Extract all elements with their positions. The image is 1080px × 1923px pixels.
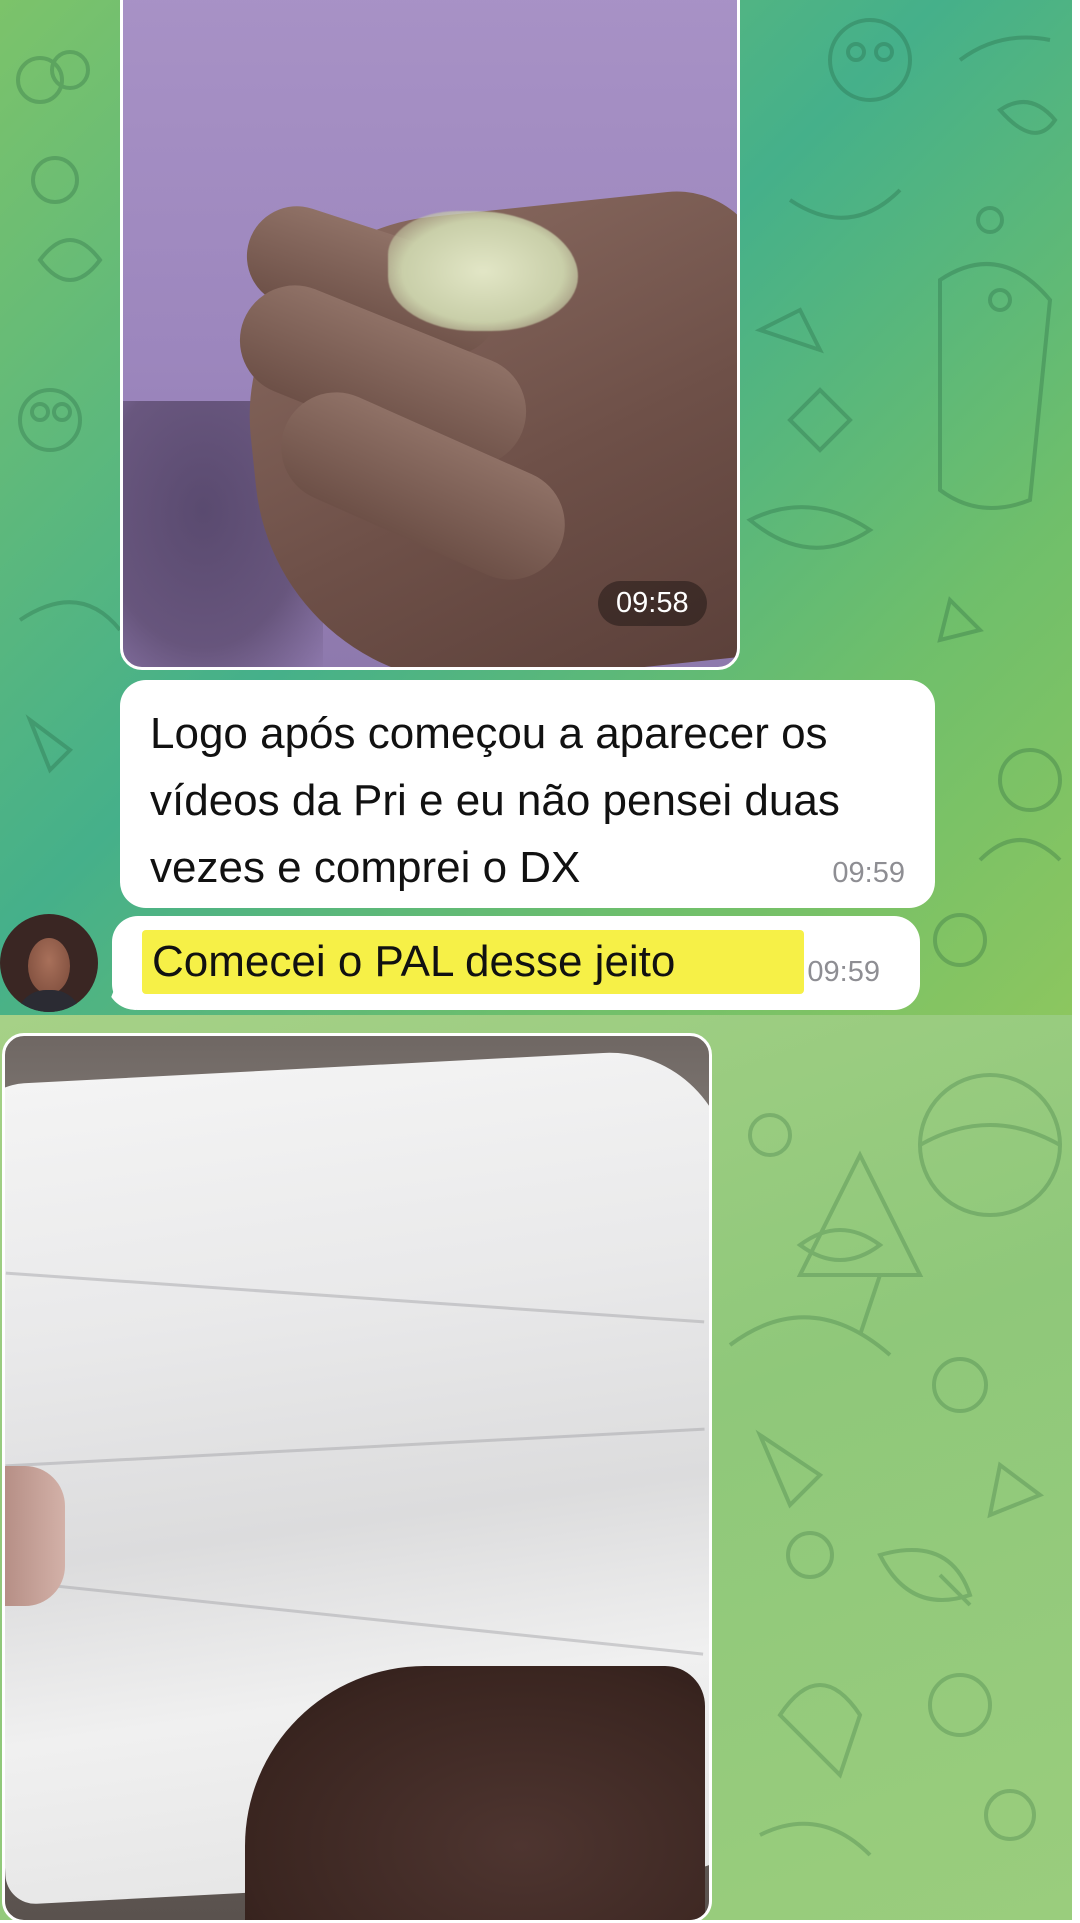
avatar-body <box>16 990 82 1012</box>
photo-hand <box>245 1666 705 1920</box>
photo-message[interactable] <box>2 1033 712 1923</box>
avatar-face <box>28 938 70 994</box>
message-bubble[interactable]: Comecei o PAL desse jeito 09:59 <box>112 916 920 1010</box>
message-text: Comecei o PAL desse jeito <box>152 937 676 986</box>
message-time: 09:58 <box>598 581 707 626</box>
message-time: 09:59 <box>832 857 905 889</box>
message-text: Logo após começou a aparecer os vídeos d… <box>150 709 840 892</box>
message-time: 09:59 <box>807 956 880 988</box>
message-bubble[interactable]: Logo após começou a aparecer os vídeos d… <box>120 680 935 908</box>
avatar[interactable] <box>0 914 98 1012</box>
photo-message[interactable]: 09:58 <box>120 0 740 670</box>
photo-fingertip <box>5 1466 65 1606</box>
